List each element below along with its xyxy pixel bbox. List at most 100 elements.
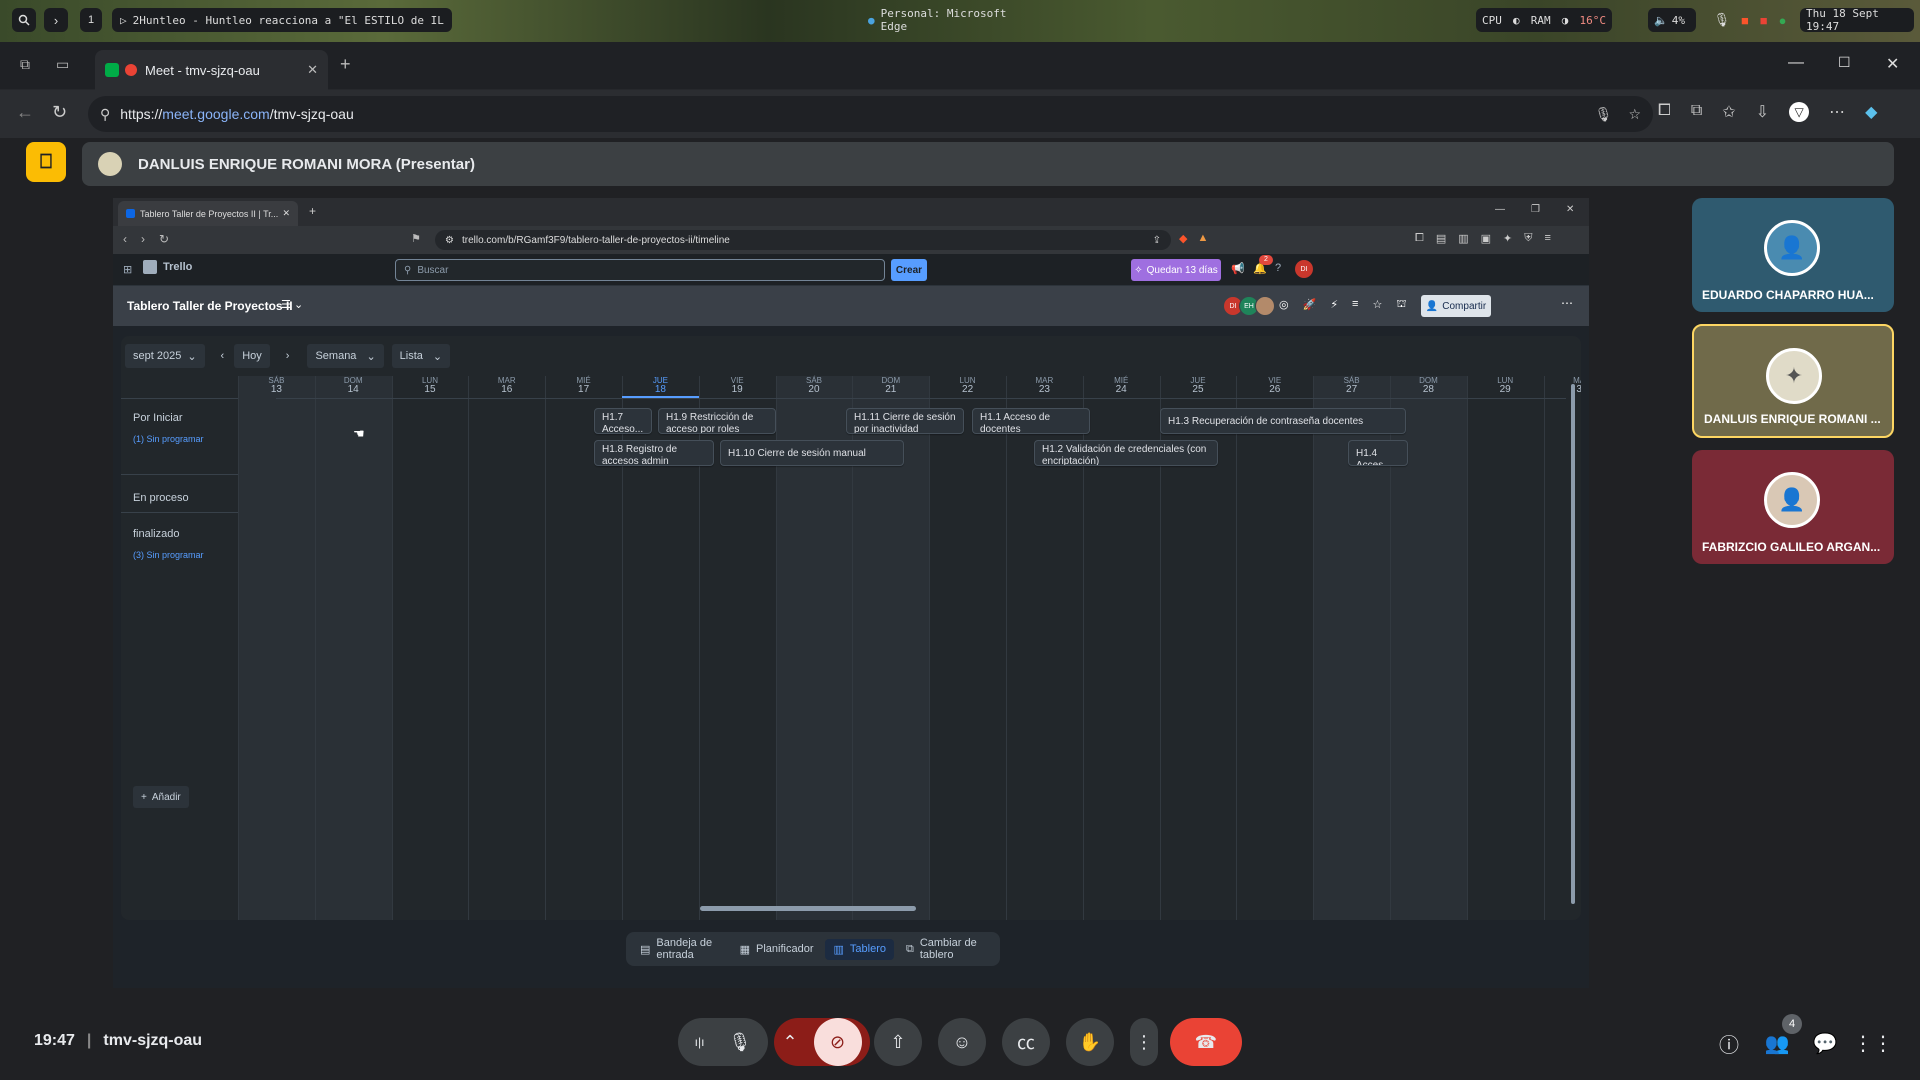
shared-tab-trello[interactable]: Tablero Taller de Proyectos II | Tr... ✕ [118, 201, 298, 226]
search-icon[interactable] [12, 8, 36, 32]
chrome-icon[interactable]: ● [1779, 13, 1787, 28]
minimize-icon[interactable]: — [1495, 204, 1505, 215]
workspace-indicator[interactable]: 1 [80, 8, 102, 32]
bookmark-icon[interactable]: ⚑ [411, 232, 421, 245]
app-switcher-icon[interactable]: ⊞ [123, 263, 132, 276]
board-title[interactable]: Tablero Taller de Proyectos II [127, 299, 293, 313]
share-button[interactable]: 👤 Compartir [1421, 295, 1491, 317]
camera-button[interactable]: ⌃ ⊘ [774, 1018, 870, 1066]
account-avatar[interactable]: DI [1295, 260, 1313, 278]
leave-call-button[interactable]: ☎ [1170, 1018, 1242, 1066]
new-tab-button[interactable]: + [340, 54, 351, 75]
record-icon[interactable]: ■ [1760, 13, 1768, 28]
meeting-details-icon[interactable]: ⓘ [1714, 1028, 1744, 1058]
activities-icon[interactable]: ⋮⋮ [1853, 1028, 1893, 1058]
exit-presentation-button[interactable]: ⎕ [26, 142, 66, 182]
board-view-switcher[interactable]: ☰ ⌄ [281, 298, 303, 311]
trello-logo[interactable]: Trello [143, 260, 192, 274]
menu-icon[interactable]: ≡ [1545, 232, 1551, 245]
add-group-button[interactable]: + Añadir [133, 786, 189, 808]
create-button[interactable]: Crear [891, 259, 927, 281]
close-tab-icon[interactable]: ✕ [282, 208, 290, 219]
range-selector[interactable]: Semana ⌄ [307, 344, 384, 368]
favorites-icon[interactable]: ✩ [1722, 102, 1735, 122]
timeline-card[interactable]: H1.11 Cierre de sesión por inactividad [846, 408, 964, 434]
profile-avatar-icon[interactable]: ▽ [1789, 102, 1810, 122]
month-picker[interactable]: sept 2025 ⌄ [125, 344, 205, 368]
unscheduled-link[interactable]: (1) Sin programar [133, 434, 204, 444]
back-icon[interactable]: ‹ [123, 232, 127, 246]
copilot-icon[interactable]: ◆ [1865, 102, 1877, 122]
megaphone-icon[interactable]: 📢 [1231, 262, 1245, 275]
chevron-right-icon[interactable]: › [44, 8, 68, 32]
watch-icon[interactable]: ◎ [1279, 298, 1289, 312]
next-icon[interactable]: › [278, 344, 298, 368]
extensions-icon[interactable]: ⧠ [1658, 102, 1671, 122]
automation-icon[interactable]: ⚡ [1330, 298, 1338, 312]
favorite-star-icon[interactable]: ☆ [1628, 106, 1641, 123]
tab-actions-icon[interactable]: ▭ [56, 56, 76, 76]
volume-indicator[interactable]: 🔈 4% [1648, 8, 1696, 32]
forward-icon[interactable]: › [141, 232, 145, 246]
shared-url-field[interactable]: ⚙ trello.com/b/RGamf3F9/tablero-taller-d… [435, 230, 1171, 250]
more-options-button[interactable]: ⋮ [1130, 1018, 1158, 1066]
brave-icon[interactable]: ■ [1741, 13, 1749, 28]
voice-search-icon[interactable]: 🎙 [1595, 106, 1613, 123]
extensions-icon[interactable]: ⧠ [1415, 232, 1424, 245]
downloads-icon[interactable]: ⇩ [1756, 102, 1769, 122]
timeline-card[interactable]: H1.3 Recuperación de contraseña docentes [1160, 408, 1406, 434]
timeline-card[interactable]: H1.8 Registro de accesos admin [594, 440, 714, 466]
minimize-window-button[interactable]: — [1788, 54, 1804, 72]
sidebar-icon[interactable]: ▥ [1458, 232, 1468, 245]
close-icon[interactable]: ✕ [1566, 204, 1574, 215]
participant-tile[interactable]: 👤 EDUARDO CHAPARRO HUA... [1692, 198, 1894, 312]
raise-hand-button[interactable]: ✋ [1066, 1018, 1114, 1066]
trello-search-input[interactable]: ⚲ Buscar [395, 259, 885, 281]
horizontal-scrollbar[interactable] [700, 906, 916, 911]
maximize-window-button[interactable]: ☐ [1838, 54, 1851, 71]
workspaces-icon[interactable]: ⧉ [20, 56, 40, 76]
nav-switch-board[interactable]: ⧉ Cambiar de tablero [898, 933, 990, 965]
new-tab-button[interactable]: + [309, 204, 316, 218]
timeline-card[interactable]: H1.7 Acceso... [594, 408, 652, 434]
timeline-card[interactable]: H1.4 Acces [1348, 440, 1408, 466]
today-button[interactable]: Hoy [234, 344, 270, 368]
reload-icon[interactable]: ↻ [159, 232, 169, 246]
more-icon[interactable]: ⋯ [1829, 102, 1845, 122]
microphone-icon[interactable]: 🎙 [1713, 12, 1730, 28]
back-icon[interactable]: ← [16, 102, 34, 123]
group-by-selector[interactable]: Lista ⌄ [391, 344, 451, 368]
nav-inbox[interactable]: ▤ Bandeja de entrada [632, 933, 728, 965]
trial-button[interactable]: ✧ Quedan 13 días [1131, 259, 1221, 281]
close-tab-icon[interactable]: ✕ [307, 62, 318, 78]
participant-tile-active[interactable]: ✦ DANLUIS ENRIQUE ROMANI ... [1692, 324, 1894, 438]
vertical-scrollbar[interactable] [1571, 384, 1575, 904]
share-page-icon[interactable]: ⇪ [1153, 235, 1161, 246]
split-screen-icon[interactable]: ⧉ [1691, 102, 1702, 122]
media-now-playing[interactable]: ▷ 2Huntleo - Huntleo reacciona a "El EST… [112, 8, 452, 32]
nav-planner[interactable]: ▦ Planificador [732, 939, 822, 960]
nav-board[interactable]: ▥ Tablero [825, 938, 894, 960]
help-icon[interactable]: ? [1275, 262, 1281, 274]
present-screen-button[interactable]: ⇧ [874, 1018, 922, 1066]
timeline-card[interactable]: H1.1 Acceso de docentes [972, 408, 1090, 434]
close-window-button[interactable]: ✕ [1886, 54, 1899, 74]
brave-rewards-icon[interactable]: ▲ [1197, 232, 1208, 245]
rocket-icon[interactable]: 🚀 [1303, 298, 1317, 312]
board-members[interactable]: DI EH [1223, 296, 1275, 316]
leo-icon[interactable]: ✦ [1503, 232, 1512, 245]
board-menu-icon[interactable]: ⋯ [1561, 296, 1573, 310]
url-field[interactable]: ⚲ https://meet.google.com/tmv-sjzq-oau 🎙… [88, 96, 1653, 132]
visibility-icon[interactable]: ⛫ [1396, 298, 1406, 312]
reader-icon[interactable]: ▤ [1436, 232, 1446, 245]
timeline-card[interactable]: H1.2 Validación de credenciales (con enc… [1034, 440, 1218, 466]
chat-icon[interactable]: 💬 [1810, 1028, 1840, 1058]
previous-icon[interactable]: ‹ [213, 344, 233, 368]
vpn-icon[interactable]: ⛨ [1524, 232, 1532, 245]
reload-icon[interactable]: ↻ [52, 102, 67, 123]
brave-shield-icon[interactable]: ◆ [1179, 232, 1187, 245]
timeline-card[interactable]: H1.9 Restricción de acceso por roles [658, 408, 776, 434]
wallet-icon[interactable]: ▣ [1481, 232, 1491, 245]
microphone-button[interactable]: ı|ı 🎙 [678, 1018, 768, 1066]
unscheduled-link[interactable]: (3) Sin programar [133, 550, 204, 560]
